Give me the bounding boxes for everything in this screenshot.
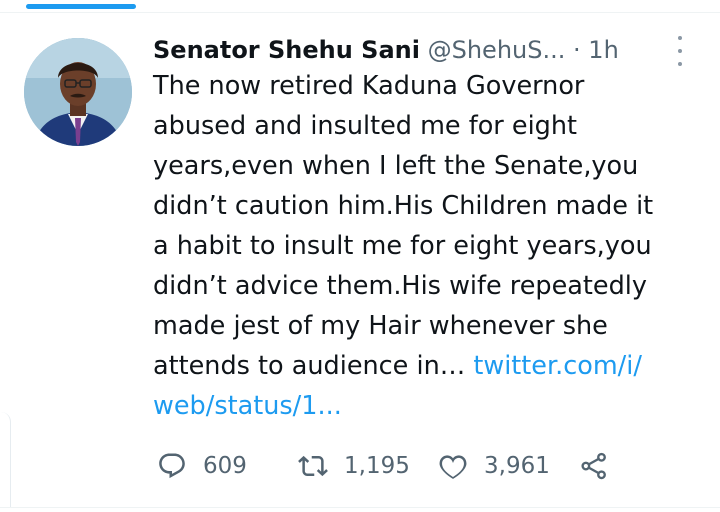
like-button[interactable]: 3,961 (438, 451, 550, 481)
author-handle[interactable]: @ShehuS... (428, 36, 566, 64)
avatar[interactable] (24, 38, 132, 146)
heart-icon (439, 455, 467, 479)
active-tab-indicator (26, 4, 136, 9)
retweet-arrows-icon (298, 455, 328, 477)
adjacent-card-edge (0, 412, 11, 508)
share-button[interactable] (579, 451, 609, 481)
like-count: 3,961 (484, 453, 550, 479)
more-options-button[interactable] (670, 36, 690, 66)
tweet-text: The now retired Kaduna Governor abused a… (153, 66, 713, 426)
reply-count: 609 (203, 453, 247, 479)
speech-bubble-icon (159, 453, 185, 479)
share-nodes-icon (581, 452, 606, 480)
tweet-page: Senator Shehu Sani @ShehuS... · 1h The n… (0, 0, 720, 512)
tweet-actions: 609 1,195 3,961 (153, 446, 633, 486)
tweet-header: Senator Shehu Sani @ShehuS... · 1h (153, 28, 713, 72)
bottom-divider (0, 507, 720, 508)
retweet-count: 1,195 (344, 453, 410, 479)
author-name[interactable]: Senator Shehu Sani (153, 36, 420, 64)
top-divider (0, 12, 720, 13)
header-separator: · (573, 36, 581, 64)
retweet-button[interactable]: 1,195 (298, 451, 410, 481)
tweet-timestamp[interactable]: 1h (588, 36, 618, 64)
tweet-body: The now retired Kaduna Governor abused a… (153, 71, 654, 381)
tweet[interactable]: Senator Shehu Sani @ShehuS... · 1h The n… (153, 28, 713, 480)
avatar-image (24, 38, 132, 146)
reply-button[interactable]: 609 (157, 451, 247, 481)
vertical-dots-icon (678, 36, 682, 40)
